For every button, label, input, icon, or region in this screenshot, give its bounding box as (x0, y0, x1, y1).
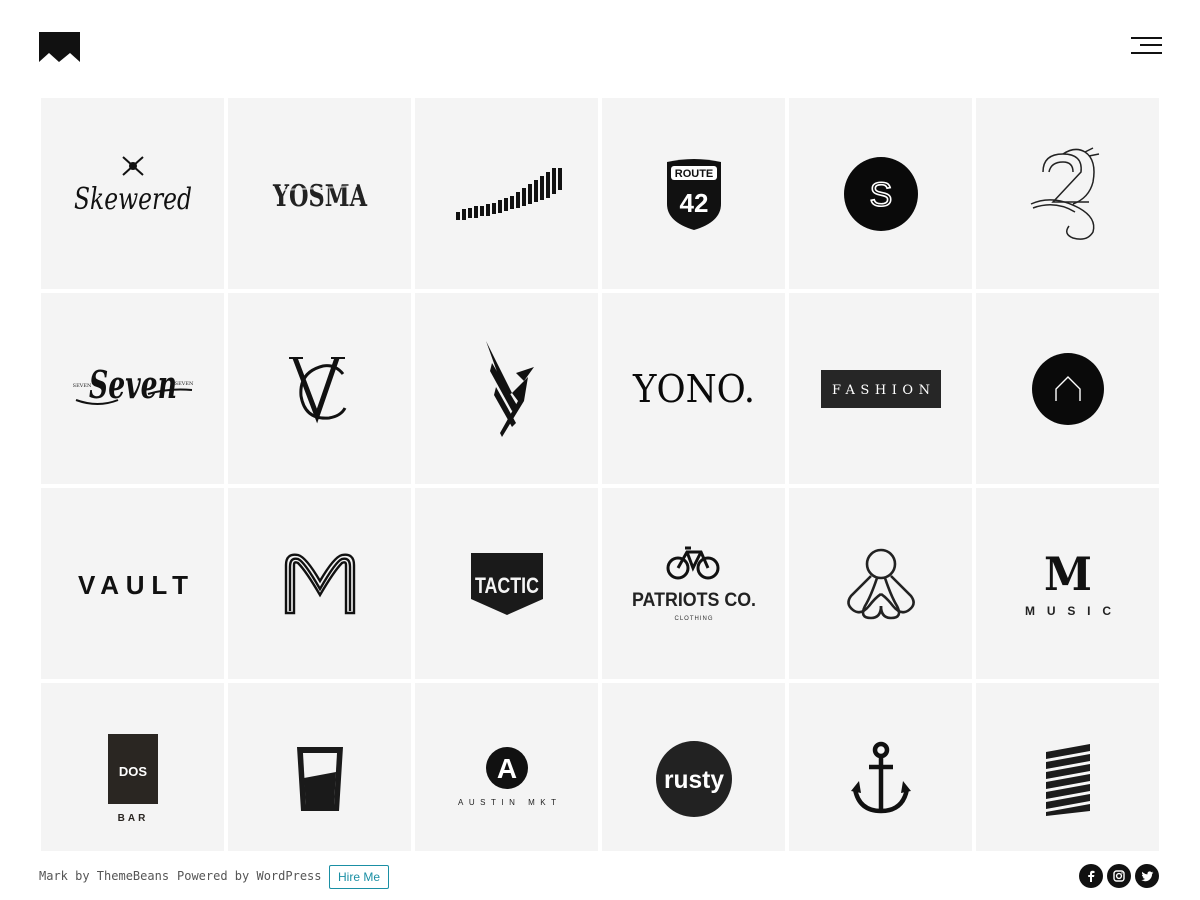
svg-text:DOS: DOS (118, 764, 147, 779)
svg-text:42: 42 (679, 188, 708, 218)
portfolio-item-seahorse-monogram[interactable] (976, 98, 1159, 289)
route-42-logo: ROUTE 42 (666, 158, 721, 230)
svg-text:S: S (869, 176, 892, 214)
portfolio-item-m-music[interactable]: M MUSIC (976, 488, 1159, 679)
portfolio-item-vault[interactable]: VAULT (41, 488, 224, 679)
portfolio-item-s-circle[interactable]: S (789, 98, 972, 289)
svg-text:TACTIC: TACTIC (475, 573, 539, 598)
portfolio-item-striped-building[interactable] (976, 683, 1159, 851)
vc-monogram-logo (288, 356, 346, 423)
portfolio-item-rusty[interactable]: rusty (602, 683, 785, 851)
portfolio-item-vc-monogram[interactable] (228, 293, 411, 484)
rusty-logo: rusty (655, 740, 732, 817)
svg-text:CLOTHING: CLOTHING (674, 616, 713, 622)
fashion-logo: FASHION (820, 369, 941, 408)
site-header (0, 0, 1200, 95)
portfolio-grid: Skewered YOSMA ROUTE 42 S SEVEN SEVEN Se… (41, 98, 1159, 851)
svg-text:Skewered: Skewered (74, 182, 192, 217)
svg-text:rusty: rusty (664, 766, 724, 794)
portfolio-item-glass[interactable] (228, 683, 411, 851)
svg-text:A: A (496, 753, 516, 784)
svg-text:ROUTE: ROUTE (674, 168, 713, 180)
svg-text:BAR: BAR (117, 813, 148, 824)
svg-text:AUSTIN MKT: AUSTIN MKT (458, 798, 556, 807)
portfolio-item-house-circle[interactable] (976, 293, 1159, 484)
m-outline-logo (284, 553, 355, 614)
seahorse-monogram-logo (1030, 146, 1099, 240)
s-circle-logo: S (843, 156, 918, 231)
portfolio-item-yosma[interactable]: YOSMA (228, 98, 411, 289)
svg-text:SEVEN: SEVEN (174, 381, 193, 387)
svg-text:PATRIOTS CO.: PATRIOTS CO. (632, 590, 756, 611)
yosma-logo: YOSMA (272, 179, 367, 214)
portfolio-item-fashion[interactable]: FASHION (789, 293, 972, 484)
skewered-logo: Skewered (74, 155, 192, 217)
portfolio-item-octopus[interactable] (789, 488, 972, 679)
svg-text:Seven: Seven (89, 362, 177, 407)
tactic-logo: TACTIC (470, 552, 543, 615)
portfolio-item-wave-barcode[interactable] (415, 98, 598, 289)
hamburger-menu-icon[interactable] (1128, 35, 1162, 57)
site-footer: Mark by ThemeBeans Powered by WordPress … (0, 855, 1200, 900)
portfolio-item-dos-bar[interactable]: DOS BAR (41, 683, 224, 851)
vault-logo: VAULT (78, 570, 188, 600)
patriots-co-logo: PATRIOTS CO. CLOTHING (632, 546, 756, 622)
anchor-logo (850, 741, 911, 813)
powered-by-link[interactable]: Powered by WordPress (177, 869, 322, 883)
instagram-icon[interactable] (1107, 864, 1131, 888)
bird-stripes-logo (485, 340, 534, 437)
house-circle-logo (1031, 352, 1104, 425)
mark-logo-icon[interactable] (38, 31, 81, 63)
glass-logo (296, 746, 343, 811)
portfolio-item-patriots-co[interactable]: PATRIOTS CO. CLOTHING (602, 488, 785, 679)
facebook-icon[interactable] (1079, 864, 1103, 888)
hire-me-button[interactable]: Hire Me (329, 865, 389, 889)
portfolio-item-m-outline[interactable] (228, 488, 411, 679)
portfolio-item-route-42[interactable]: ROUTE 42 (602, 98, 785, 289)
seven-logo: SEVEN SEVEN Seven (72, 362, 193, 407)
portfolio-item-skewered[interactable]: Skewered (41, 98, 224, 289)
octopus-logo (846, 548, 915, 619)
twitter-icon[interactable] (1135, 864, 1159, 888)
portfolio-item-tactic[interactable]: TACTIC (415, 488, 598, 679)
portfolio-item-yono[interactable]: YONO. (602, 293, 785, 484)
svg-text:VAULT: VAULT (78, 570, 188, 600)
svg-text:MUSIC: MUSIC (1025, 604, 1111, 618)
austin-mkt-logo: A AUSTIN MKT (458, 746, 556, 807)
svg-text:YOSMA: YOSMA (272, 179, 367, 214)
theme-credit-link[interactable]: Mark by ThemeBeans (39, 869, 169, 883)
svg-text:M: M (1044, 547, 1092, 601)
portfolio-item-austin-mkt[interactable]: A AUSTIN MKT (415, 683, 598, 851)
portfolio-item-seven[interactable]: SEVEN SEVEN Seven (41, 293, 224, 484)
portfolio-item-anchor[interactable] (789, 683, 972, 851)
striped-building-logo (1045, 743, 1090, 816)
yono-logo: YONO. (632, 367, 755, 411)
svg-text:YONO.: YONO. (632, 367, 755, 411)
m-music-logo: M MUSIC (1025, 547, 1111, 618)
portfolio-item-bird-stripes[interactable] (415, 293, 598, 484)
dos-bar-logo: DOS BAR (107, 733, 158, 824)
wave-barcode-logo (455, 167, 562, 220)
